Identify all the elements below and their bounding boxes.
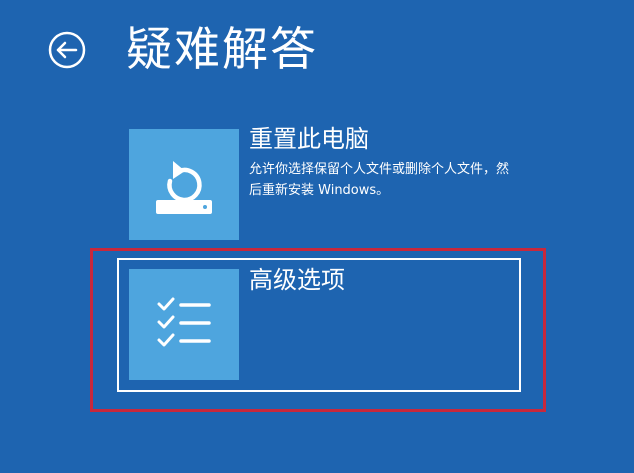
back-button[interactable] [47, 30, 87, 70]
reset-pc-tile[interactable] [129, 129, 239, 240]
page-title: 疑难解答 [126, 22, 318, 76]
checklist-icon [157, 297, 211, 347]
advanced-options-tile[interactable] [129, 269, 239, 380]
reset-pc-title: 重置此电脑 [249, 125, 369, 153]
advanced-options-title: 高级选项 [249, 266, 345, 294]
back-arrow-icon [48, 31, 86, 69]
reset-pc-description: 允许你选择保留个人文件或删除个人文件，然后重新安装 Windows。 [249, 162, 510, 198]
reset-pc-icon [156, 161, 212, 214]
troubleshoot-screen: 疑难解答 重置此电脑 允许你选择保留个人文件或删除个人文件，然后重新安装 Win… [0, 0, 634, 473]
